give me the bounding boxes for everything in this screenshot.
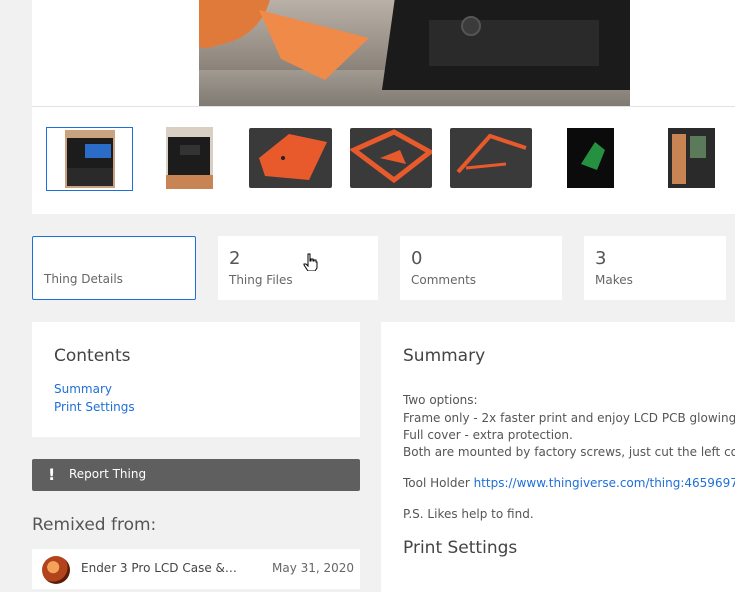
remix-date: May 31, 2020 xyxy=(272,561,355,575)
summary-ps: P.S. Likes help to find. xyxy=(403,507,534,521)
summary-intro: Two options: xyxy=(403,393,478,407)
tab-count: 0 xyxy=(411,248,423,269)
tab-thing-files[interactable]: 2 Thing Files xyxy=(218,236,378,300)
tab-label: Comments xyxy=(411,273,477,287)
tab-thing-details[interactable]: Thing Details xyxy=(32,236,196,300)
gallery-card xyxy=(32,0,735,214)
report-thing-label: Report Thing xyxy=(69,467,147,481)
summary-option-3: Both are mounted by factory screws, just… xyxy=(403,445,735,459)
tab-comments[interactable]: 0 Comments xyxy=(400,236,562,300)
tab-label: Makes xyxy=(595,273,633,287)
remix-item[interactable]: Ender 3 Pro LCD Case &… May 31, 2020 xyxy=(32,549,360,589)
contents-card: Contents Summary Print Settings xyxy=(32,322,360,437)
remix-name[interactable]: Ender 3 Pro LCD Case &… xyxy=(81,561,237,575)
summary-card: Summary Two options: Frame only - 2x fas… xyxy=(381,322,735,592)
tool-holder-line: Tool Holder https://www.thingiverse.com/… xyxy=(403,476,735,490)
report-thing-button[interactable]: ! Report Thing xyxy=(32,459,360,491)
tool-holder-label: Tool Holder xyxy=(403,476,474,490)
remixed-from-title: Remixed from: xyxy=(32,515,157,535)
thumbnail-5[interactable] xyxy=(450,127,532,191)
thumbnail-strip xyxy=(46,127,735,191)
gallery-divider xyxy=(32,106,735,107)
contents-link-summary[interactable]: Summary xyxy=(54,382,112,396)
tab-label: Thing Files xyxy=(229,273,293,287)
tool-holder-link[interactable]: https://www.thingiverse.com/thing:465969… xyxy=(474,476,735,490)
summary-option-1: Frame only - 2x faster print and enjoy L… xyxy=(403,411,735,425)
thumbnail-4[interactable] xyxy=(350,127,432,191)
contents-link-print-settings[interactable]: Print Settings xyxy=(54,400,135,414)
contents-title: Contents xyxy=(54,346,131,366)
remix-thumbnail xyxy=(42,556,70,584)
tab-label: Thing Details xyxy=(44,272,123,286)
thumbnail-1[interactable] xyxy=(46,127,133,191)
main-photo[interactable] xyxy=(199,0,630,106)
alert-icon: ! xyxy=(48,465,56,484)
hand-cursor-icon xyxy=(303,253,318,271)
summary-title: Summary xyxy=(403,346,486,366)
print-settings-title: Print Settings xyxy=(403,538,518,558)
tab-count: 2 xyxy=(229,248,241,269)
thumbnail-6[interactable] xyxy=(567,127,614,191)
tab-makes[interactable]: 3 Makes xyxy=(584,236,726,300)
thumbnail-2[interactable] xyxy=(166,127,213,191)
thumbnail-7[interactable] xyxy=(668,127,715,191)
tab-count: 3 xyxy=(595,248,607,269)
thumbnail-3[interactable] xyxy=(249,127,332,191)
summary-option-2: Full cover - extra protection. xyxy=(403,428,573,442)
